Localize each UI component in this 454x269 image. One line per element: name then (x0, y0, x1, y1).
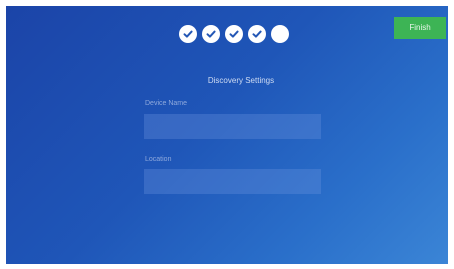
step-3-complete (225, 25, 243, 43)
check-icon (229, 30, 239, 38)
step-4-complete (248, 25, 266, 43)
step-2-complete (202, 25, 220, 43)
check-icon (252, 30, 262, 38)
location-input[interactable] (144, 169, 321, 194)
page-title: Discovery Settings (207, 76, 275, 85)
check-icon (183, 30, 193, 38)
device-name-label: Device Name (145, 100, 188, 107)
location-label: Location (145, 156, 172, 163)
step-indicator (179, 25, 289, 43)
check-icon (206, 30, 216, 38)
wizard-screen: Finish Discovery Settings Device Name Lo… (6, 6, 448, 264)
step-1-complete (179, 25, 197, 43)
finish-button[interactable]: Finish (394, 17, 446, 39)
device-name-input[interactable] (144, 114, 321, 139)
step-5-current (271, 25, 289, 43)
